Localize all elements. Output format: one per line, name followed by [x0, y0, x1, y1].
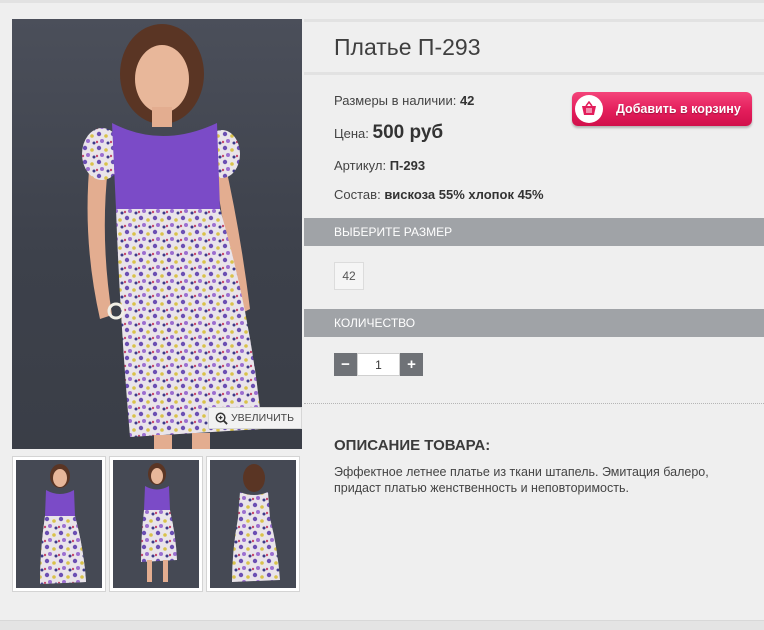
- page-bottom-bar: [0, 620, 764, 630]
- size-option-42[interactable]: 42: [334, 262, 364, 290]
- quantity-increment-button[interactable]: +: [400, 353, 423, 376]
- composition-line: Состав: вискоза 55% хлопок 45%: [334, 187, 544, 202]
- composition-value: вискоза 55% хлопок 45%: [384, 187, 544, 202]
- quantity-input[interactable]: [357, 353, 400, 376]
- article-line: Артикул: П-293: [334, 158, 425, 173]
- thumbnail-image: [232, 464, 280, 582]
- price-label: Цена:: [334, 126, 369, 141]
- description-heading: ОПИСАНИЕ ТОВАРА:: [334, 437, 491, 454]
- price-line: Цена: 500 руб: [334, 122, 443, 144]
- quantity-section-header: КОЛИЧЕСТВО: [304, 309, 764, 337]
- title-strip: Платье П-293: [304, 19, 764, 75]
- product-page: УВЕЛИЧИТЬ Платье П-293 Размеры в наличии…: [0, 0, 764, 630]
- article-value: П-293: [389, 158, 426, 173]
- add-to-cart-label: Добавить в корзину: [616, 102, 741, 116]
- size-section-header: ВЫБЕРИТЕ РАЗМЕР: [304, 218, 764, 246]
- magnifier-plus-icon: [215, 412, 228, 425]
- main-product-photo[interactable]: УВЕЛИЧИТЬ: [12, 19, 302, 449]
- product-title: Платье П-293: [334, 34, 481, 60]
- quantity-stepper: − +: [334, 353, 423, 376]
- article-label: Артикул:: [334, 158, 387, 173]
- thumbnail-image: [141, 463, 177, 582]
- sizes-label: Размеры в наличии:: [334, 93, 457, 108]
- thumbnail-1[interactable]: [12, 456, 106, 592]
- thumbnail-image: [40, 464, 86, 584]
- price-value: 500 руб: [372, 122, 444, 143]
- sizes-value: 42: [459, 93, 475, 108]
- thumbnail-3[interactable]: [206, 456, 300, 592]
- add-to-cart-button[interactable]: Добавить в корзину: [572, 92, 752, 126]
- zoom-button-label: УВЕЛИЧИТЬ: [231, 412, 294, 424]
- dotted-divider: [304, 403, 764, 404]
- zoom-button[interactable]: УВЕЛИЧИТЬ: [208, 407, 302, 429]
- composition-label: Состав:: [334, 187, 381, 202]
- sizes-line: Размеры в наличии: 42: [334, 93, 474, 108]
- thumbnail-2[interactable]: [109, 456, 203, 592]
- quantity-decrement-button[interactable]: −: [334, 353, 357, 376]
- basket-icon: [575, 95, 603, 123]
- description-text: Эффектное летнее платье из ткани штапель…: [334, 465, 709, 495]
- model-illustration: [82, 24, 262, 449]
